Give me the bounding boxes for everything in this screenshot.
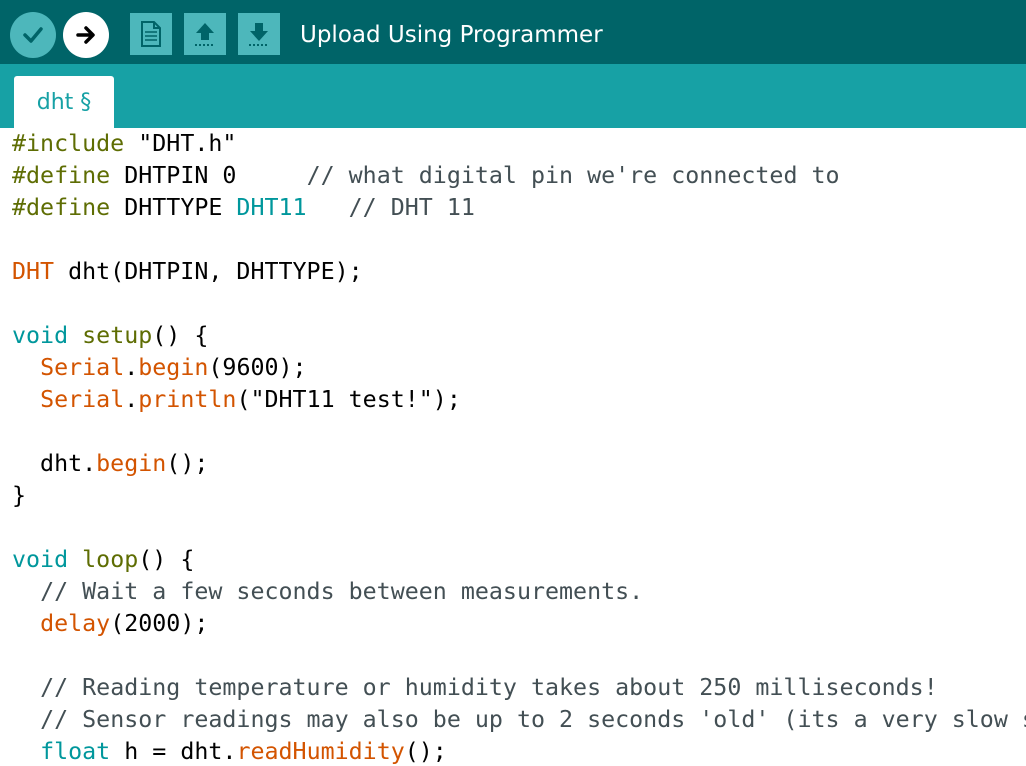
code-text: . (124, 386, 139, 413)
code-function: begin (96, 450, 167, 477)
toolbar-status-text: Upload Using Programmer (300, 22, 603, 48)
code-function: println (138, 386, 237, 413)
code-text: "DHT.h" (124, 130, 237, 157)
code-preprocessor: #include (12, 130, 125, 157)
code-comment: // Sensor readings may also be up to 2 s… (40, 706, 1026, 733)
upload-button[interactable] (63, 12, 109, 58)
code-function: Serial (40, 354, 125, 381)
code-line[interactable]: #define DHTPIN 0 // what digital pin we'… (12, 160, 1026, 192)
code-line[interactable]: Serial.begin(9600); (12, 352, 1026, 384)
code-line[interactable] (12, 288, 1026, 320)
code-preprocessor: #define (12, 194, 111, 221)
new-button[interactable] (130, 13, 172, 55)
code-line[interactable] (12, 640, 1026, 672)
code-line[interactable]: delay(2000); (12, 608, 1026, 640)
code-line[interactable] (12, 512, 1026, 544)
code-line[interactable] (12, 416, 1026, 448)
code-line[interactable]: float h = dht.readHumidity(); (12, 736, 1026, 766)
code-text: DHTTYPE (110, 194, 237, 221)
code-text: () { (138, 546, 195, 573)
code-editor[interactable]: #include "DHT.h" #define DHTPIN 0 // what… (12, 128, 1026, 766)
code-text: () { (152, 322, 209, 349)
code-line[interactable]: // Reading temperature or humidity takes… (12, 672, 1026, 704)
up-arrow-icon (195, 23, 215, 46)
code-function: DHT (12, 258, 55, 285)
code-text: (9600); (208, 354, 307, 381)
code-comment: // what digital pin we're connected to (306, 162, 840, 189)
code-preprocessor: loop (82, 546, 139, 573)
code-text: dht. (12, 450, 97, 477)
code-line[interactable]: #define DHTTYPE DHT11 // DHT 11 (12, 192, 1026, 224)
code-text: dht(DHTPIN, DHTTYPE); (54, 258, 363, 285)
code-function: Serial (40, 386, 125, 413)
code-line[interactable]: void setup() { (12, 320, 1026, 352)
code-line[interactable]: #include "DHT.h" (12, 128, 1026, 160)
code-text: (); (404, 738, 447, 765)
code-line[interactable]: // Sensor readings may also be up to 2 s… (12, 704, 1026, 736)
code-function: begin (138, 354, 209, 381)
code-function: readHumidity (236, 738, 405, 765)
code-text: (2000); (110, 610, 209, 637)
tab-dht[interactable]: dht § (14, 76, 114, 128)
code-text: h = dht. (110, 738, 237, 765)
code-text: ("DHT11 test!"); (236, 386, 461, 413)
document-icon (141, 21, 161, 47)
code-keyword: void (12, 546, 69, 573)
down-arrow-icon (249, 23, 269, 46)
verify-button[interactable] (10, 12, 56, 58)
code-text: . (124, 354, 139, 381)
code-comment: // Reading temperature or humidity takes… (40, 674, 938, 701)
code-line[interactable]: } (12, 480, 1026, 512)
checkmark-icon (23, 27, 43, 43)
code-line[interactable]: dht.begin(); (12, 448, 1026, 480)
code-line[interactable]: DHT dht(DHTPIN, DHTTYPE); (12, 256, 1026, 288)
code-function: delay (40, 610, 111, 637)
code-comment: // DHT 11 (348, 194, 475, 221)
code-keyword: float (40, 738, 111, 765)
code-text: } (12, 482, 27, 509)
code-text: (); (166, 450, 209, 477)
code-keyword: void (12, 322, 69, 349)
save-button[interactable] (238, 13, 280, 55)
toolbar: Upload Using Programmer (0, 0, 1026, 64)
code-line[interactable] (12, 224, 1026, 256)
code-line[interactable]: Serial.println("DHT11 test!"); (12, 384, 1026, 416)
right-arrow-icon (76, 26, 95, 44)
code-line[interactable]: // Wait a few seconds between measuremen… (12, 576, 1026, 608)
code-preprocessor: #define (12, 162, 111, 189)
open-button[interactable] (184, 13, 226, 55)
code-keyword: DHT11 (236, 194, 307, 221)
code-comment: // Wait a few seconds between measuremen… (40, 578, 644, 605)
tab-bar: dht § (0, 64, 1026, 128)
code-text: DHTPIN 0 (110, 162, 307, 189)
code-preprocessor: setup (82, 322, 153, 349)
tab-label: dht § (36, 89, 92, 115)
code-line[interactable]: void loop() { (12, 544, 1026, 576)
